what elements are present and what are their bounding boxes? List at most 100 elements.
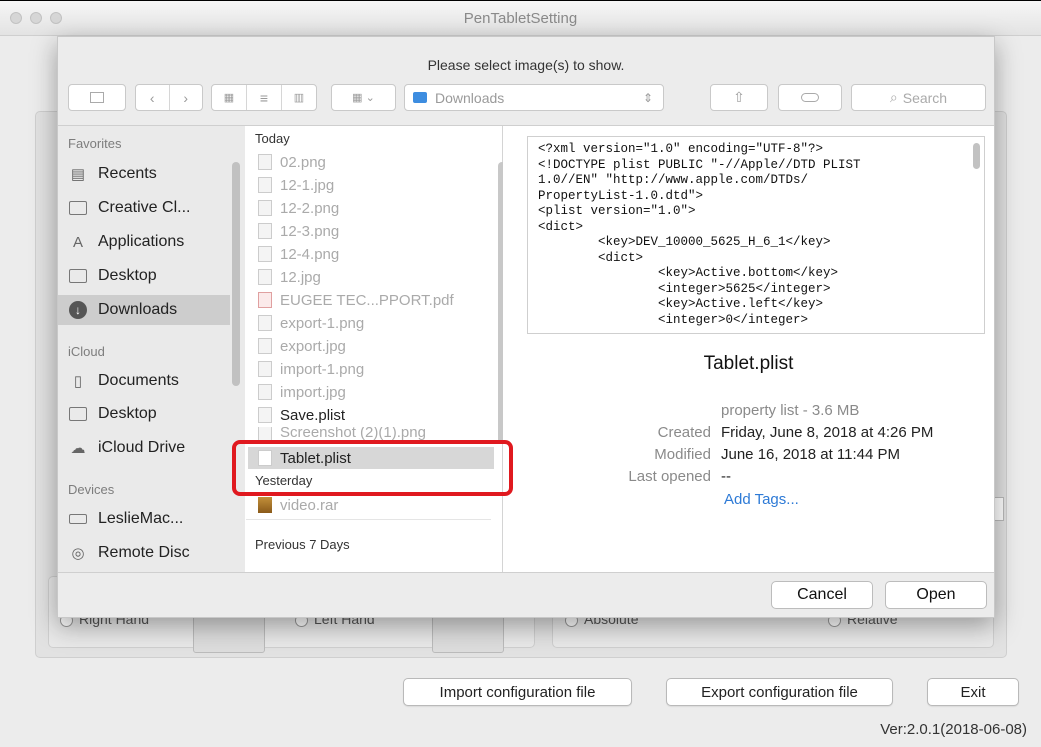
tags-button[interactable]	[778, 84, 842, 111]
arrange-button[interactable]: ▦ ⌄	[331, 84, 396, 111]
background-field	[994, 497, 1004, 521]
list-item[interactable]: 12-4.png	[248, 243, 494, 265]
list-item[interactable]: 12-2.png	[248, 197, 494, 219]
favorites-header: Favorites	[68, 136, 122, 151]
columns-icon: ▥	[293, 92, 305, 104]
icloud-header: iCloud	[68, 344, 105, 359]
window-title: PenTabletSetting	[463, 10, 578, 27]
search-placeholder: Search	[902, 89, 948, 106]
list-item[interactable]: 12.jpg	[248, 266, 494, 288]
list-item[interactable]: 12-3.png	[248, 220, 494, 242]
divider	[246, 519, 491, 520]
column-view-button[interactable]: ▥	[281, 85, 316, 110]
list-item[interactable]: Save.plist	[248, 404, 494, 426]
export-config-button[interactable]: Export configuration file	[666, 678, 893, 706]
downloads-icon: ↓	[68, 301, 88, 319]
image-file-icon	[258, 200, 272, 216]
selection-highlight-annotation	[232, 440, 513, 496]
sidebar-item-remote-disc[interactable]: ◎ Remote Disc	[58, 538, 230, 568]
exit-button[interactable]: Exit	[927, 678, 1019, 706]
arrange-icon: ▦ ⌄	[352, 92, 375, 104]
preview-scrollbar[interactable]	[973, 143, 980, 169]
share-button[interactable]: ⇧	[710, 84, 768, 111]
modified-value: June 16, 2018 at 11:44 PM	[721, 446, 901, 463]
list-item[interactable]: Screenshot (2)(1).png	[248, 427, 494, 441]
image-file-icon	[258, 361, 272, 377]
open-button[interactable]: Open	[885, 581, 987, 609]
sidebar-item-downloads[interactable]: ↓ Downloads	[58, 295, 230, 325]
sidebar-item-mac[interactable]: LeslieMac...	[58, 504, 230, 534]
sidebar-item-recents[interactable]: ▤ Recents	[58, 159, 230, 189]
today-header: Today	[255, 131, 290, 146]
icon-view-button[interactable]: ▦	[212, 85, 246, 110]
title-bar: PenTabletSetting	[0, 1, 1041, 36]
previous-7-days-header: Previous 7 Days	[255, 537, 350, 552]
add-tags-link[interactable]: Add Tags...	[724, 491, 799, 508]
list-item[interactable]: import.jpg	[248, 381, 494, 403]
sidebar-item-documents[interactable]: ▯ Documents	[58, 366, 230, 396]
image-file-icon	[258, 338, 272, 354]
forward-button[interactable]: ›	[168, 85, 203, 110]
list-item[interactable]: video.rar	[248, 494, 494, 516]
image-file-icon	[258, 177, 272, 193]
image-file-icon	[258, 223, 272, 239]
list-item[interactable]: import-1.png	[248, 358, 494, 380]
browser-area: Favorites ▤ Recents Creative Cl... A Appli…	[58, 125, 994, 573]
sidebar-scrollbar[interactable]	[232, 162, 240, 386]
recents-icon: ▤	[70, 166, 86, 183]
preview-pane: <?xml version="1.0" encoding="UTF-8"?> <…	[503, 126, 994, 572]
search-icon: ⌕	[889, 89, 898, 105]
path-popup[interactable]: Downloads ⇕	[404, 84, 664, 111]
version-label: Ver:2.0.1(2018-06-08)	[880, 721, 1027, 738]
grid-icon: ▦	[223, 92, 235, 104]
sidebar-toggle-button[interactable]	[68, 84, 126, 111]
preview-text-box: <?xml version="1.0" encoding="UTF-8"?> <…	[527, 136, 985, 334]
list-item[interactable]: export.jpg	[248, 335, 494, 357]
main-window: PenTabletSetting Right Hand Left Hand Ab…	[0, 0, 1041, 747]
document-file-icon	[258, 407, 272, 423]
cloud-icon: ☁	[70, 440, 86, 457]
chevron-right-icon: ›	[183, 89, 189, 106]
image-file-icon	[258, 246, 272, 262]
created-label: Created	[657, 424, 711, 441]
image-file-icon	[258, 154, 272, 170]
sidebar: Favorites ▤ Recents Creative Cl... A Appli…	[58, 126, 246, 572]
sidebar-item-icloud-drive[interactable]: ☁ iCloud Drive	[58, 433, 230, 463]
list-icon: ≡	[259, 89, 269, 106]
documents-icon: ▯	[73, 373, 83, 390]
list-item[interactable]: EUGEE TEC...PPORT.pdf	[248, 289, 494, 311]
sidebar-item-creative-cloud[interactable]: Creative Cl...	[58, 193, 230, 223]
sidebar-icon	[90, 92, 104, 103]
preview-filename: Tablet.plist	[703, 353, 794, 374]
list-view-button[interactable]: ≡	[246, 85, 281, 110]
open-dialog: Please select image(s) to show. ‹ › ▦ ≡ …	[57, 36, 995, 618]
view-mode-buttons: ▦ ≡ ▥	[211, 84, 317, 111]
devices-header: Devices	[68, 482, 115, 497]
preview-content: <?xml version="1.0" encoding="UTF-8"?> <…	[538, 142, 861, 327]
image-file-icon	[258, 427, 272, 441]
last-opened-value: --	[721, 468, 731, 485]
laptop-icon	[68, 511, 88, 527]
path-popup-label: Downloads	[435, 89, 505, 106]
import-config-button[interactable]: Import configuration file	[403, 678, 632, 706]
desktop-icon	[68, 406, 88, 422]
created-value: Friday, June 8, 2018 at 4:26 PM	[721, 424, 934, 441]
preview-kind: property list - 3.6 MB	[721, 402, 860, 419]
last-opened-label: Last opened	[628, 468, 711, 485]
sidebar-item-applications[interactable]: A Applications	[58, 227, 230, 257]
sidebar-item-desktop[interactable]: Desktop	[58, 261, 230, 291]
search-field[interactable]: ⌕ Search	[851, 84, 986, 111]
file-list: Today 02.png 12-1.jpg 12-2.png 12-3.png …	[245, 126, 506, 572]
back-button[interactable]: ‹	[136, 85, 169, 110]
list-item[interactable]: 12-1.jpg	[248, 174, 494, 196]
share-icon: ⇧	[733, 89, 745, 105]
disc-icon: ◎	[71, 545, 85, 562]
pdf-file-icon	[258, 292, 272, 308]
image-file-icon	[258, 269, 272, 285]
modified-label: Modified	[654, 446, 711, 463]
list-item[interactable]: export-1.png	[248, 312, 494, 334]
list-item[interactable]: 02.png	[248, 151, 494, 173]
folder-icon	[68, 200, 88, 216]
sidebar-item-icloud-desktop[interactable]: Desktop	[58, 399, 230, 429]
cancel-button[interactable]: Cancel	[771, 581, 873, 609]
